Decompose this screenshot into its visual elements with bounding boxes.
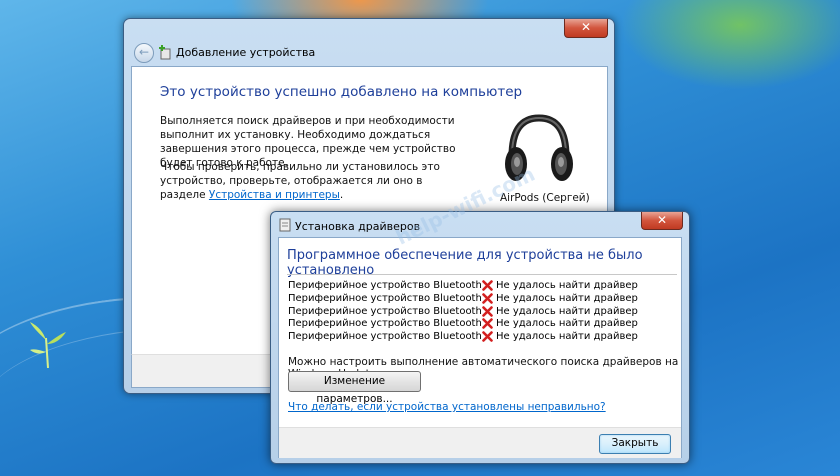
dialog-content: Программное обеспечение для устройства н… <box>278 237 682 458</box>
close-button[interactable]: Закрыть <box>599 434 671 454</box>
verify-text: Чтобы проверить, правильно ли установило… <box>160 160 460 202</box>
close-window-button[interactable]: ✕ <box>641 212 683 230</box>
divider <box>287 274 677 275</box>
status-label: Не удалось найти драйвер <box>496 318 638 330</box>
status-label: Не удалось найти драйвер <box>496 305 638 317</box>
error-icon <box>482 292 493 304</box>
dialog-footer: Закрыть <box>279 427 681 458</box>
error-icon <box>482 280 493 291</box>
list-item: Периферийное устройство Bluetooth Не уда… <box>288 280 668 293</box>
error-icon <box>482 318 493 330</box>
success-headline: Это устройство успешно добавлено на комп… <box>160 84 523 100</box>
window-title: Добавление устройства <box>176 46 316 59</box>
close-window-button[interactable]: ✕ <box>564 19 608 38</box>
list-item: Периферийное устройство Bluetooth Не уда… <box>288 293 668 306</box>
devices-printers-link[interactable]: Устройства и принтеры <box>209 189 340 201</box>
driver-install-window: ✕ Установка драйверов Программное обеспе… <box>270 211 690 464</box>
error-icon <box>482 331 493 342</box>
title-bar: ← Добавление устройства <box>130 39 600 65</box>
status-label: Не удалось найти драйвер <box>496 331 638 343</box>
device-label: Периферийное устройство Bluetooth <box>288 331 482 343</box>
status-label: Не удалось найти драйвер <box>496 280 638 291</box>
verify-text-end: . <box>339 189 344 201</box>
list-item: Периферийное устройство Bluetooth Не уда… <box>288 331 668 344</box>
list-item: Периферийное устройство Bluetooth Не уда… <box>288 306 668 319</box>
change-settings-button[interactable]: Изменение параметров... <box>288 371 421 405</box>
device-label: Периферийное устройство Bluetooth <box>288 318 482 330</box>
back-button[interactable]: ← <box>134 43 154 63</box>
wallpaper-orb <box>620 0 840 90</box>
error-icon <box>482 305 493 317</box>
device-label: Периферийное устройство Bluetooth <box>288 292 482 304</box>
help-link[interactable]: Что делать, если устройства установлены … <box>288 401 606 413</box>
driver-install-icon <box>279 218 291 232</box>
bamboo-leaf-icon <box>30 322 66 368</box>
device-label: Периферийное устройство Bluetooth <box>288 280 482 291</box>
device-label: Периферийное устройство Bluetooth <box>288 305 482 317</box>
add-device-icon <box>159 45 171 60</box>
list-item: Периферийное устройство Bluetooth Не уда… <box>288 318 668 331</box>
driver-list: Периферийное устройство Bluetooth Не уда… <box>288 280 668 344</box>
status-label: Не удалось найти драйвер <box>496 292 638 304</box>
